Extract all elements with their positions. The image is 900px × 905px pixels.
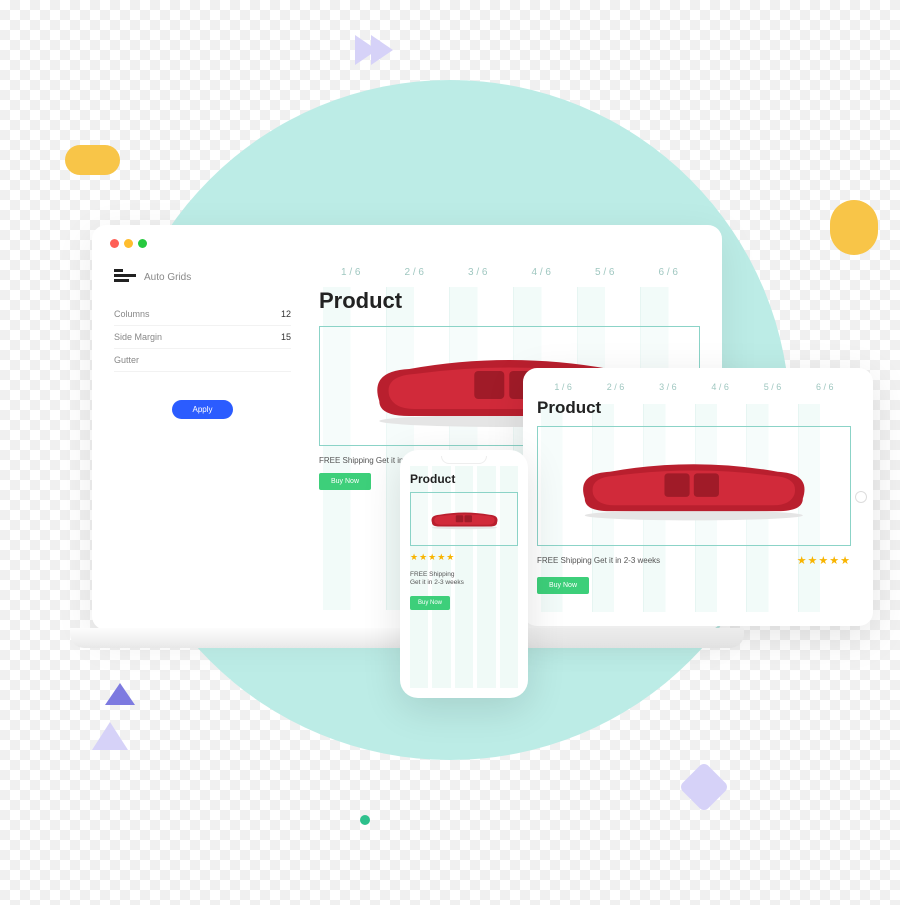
decor-triangle-dark [105,683,135,705]
sidebar-title: Auto Grids [144,272,191,283]
phone-notch [441,456,487,464]
window-traffic-lights [110,239,147,248]
grid-label: 2 / 6 [383,267,447,278]
rating-stars: ★★★★★ [797,554,851,567]
couch-image [427,495,502,543]
tablet-device: 1 / 6 2 / 6 3 / 6 4 / 6 5 / 6 6 / 6 Prod… [523,368,873,626]
settings-sidebar: Auto Grids Columns Side Margin Gutter Ap… [104,259,309,618]
product-heading: Product [319,288,700,314]
tablet-home-button[interactable] [855,491,867,503]
side-margin-input[interactable] [251,332,291,342]
product-heading: Product [410,472,518,486]
rating-stars: ★★★★★ [410,552,518,563]
shipping-text: FREE Shipping Get it in 2-3 weeks [537,556,660,565]
product-image-frame [410,492,518,546]
shipping-line-2: Get it in 2-3 weeks [410,579,518,587]
grid-label: 6 / 6 [799,382,851,392]
grid-column-labels: 1 / 6 2 / 6 3 / 6 4 / 6 5 / 6 6 / 6 [319,267,700,278]
gutter-input[interactable] [251,355,291,365]
field-columns: Columns [114,303,291,326]
product-heading: Product [537,398,851,418]
decor-pill-yellow-right [830,200,878,255]
phone-device: Product ★★★★★ FREE Shipping Get it in 2-… [400,450,528,698]
decor-diamond [679,762,730,813]
close-icon[interactable] [110,239,119,248]
grid-label: 4 / 6 [510,267,574,278]
side-margin-label: Side Margin [114,332,162,342]
grid-label: 4 / 6 [694,382,746,392]
decor-dot-green [360,815,370,825]
grid-label: 3 / 6 [446,267,510,278]
grid-label: 5 / 6 [573,267,637,278]
grid-label: 1 / 6 [537,382,589,392]
columns-input[interactable] [251,309,291,319]
decor-triangle-light [92,722,128,750]
columns-label: Columns [114,309,150,319]
maximize-icon[interactable] [138,239,147,248]
field-side-margin: Side Margin [114,326,291,349]
couch-image [568,441,820,531]
decor-pill-yellow-left [65,145,120,175]
shipping-line-1: FREE Shipping [410,571,518,579]
buy-now-button[interactable]: Buy Now [319,473,371,490]
apply-button[interactable]: Apply [172,400,232,419]
gutter-label: Gutter [114,355,139,365]
grid-label: 6 / 6 [637,267,701,278]
grids-icon [114,269,136,285]
grid-label: 1 / 6 [319,267,383,278]
grid-label: 5 / 6 [746,382,798,392]
buy-now-button[interactable]: Buy Now [410,596,450,610]
field-gutter: Gutter [114,349,291,372]
product-image-frame [537,426,851,546]
decor-fast-forward-icon [355,35,393,65]
minimize-icon[interactable] [124,239,133,248]
grid-label: 3 / 6 [642,382,694,392]
grid-column-labels: 1 / 6 2 / 6 3 / 6 4 / 6 5 / 6 6 / 6 [537,382,851,392]
buy-now-button[interactable]: Buy Now [537,577,589,594]
grid-label: 2 / 6 [589,382,641,392]
